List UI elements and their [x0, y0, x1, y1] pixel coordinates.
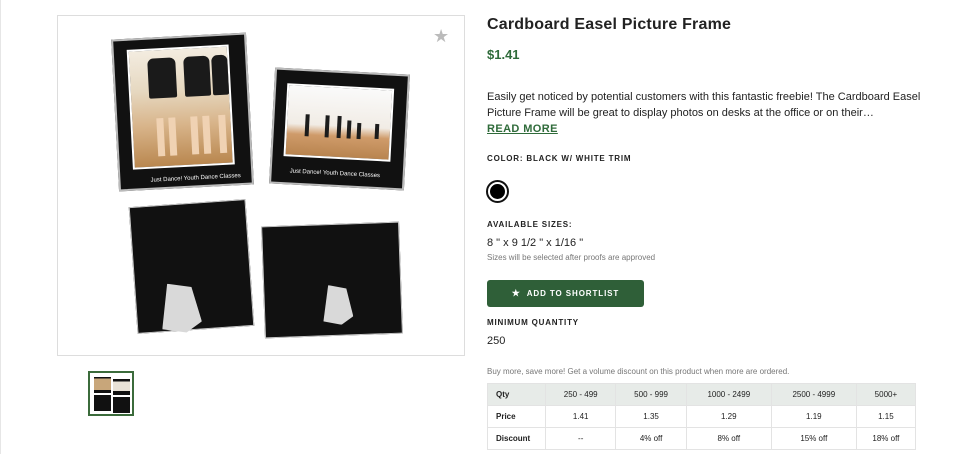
color-label: COLOR: BLACK W/ WHITE TRIM: [487, 154, 632, 163]
minimum-quantity-value: 250: [487, 335, 506, 347]
discount-row: Discount -- 4% off 8% off 15% off 18% of…: [487, 427, 917, 450]
dancer-figure: [324, 115, 330, 138]
thumb-tile: [113, 379, 130, 395]
pricing-cell: Discount: [487, 427, 546, 450]
frame-photo-ballet-closeup: Just Dance! Youth Dance Classes: [111, 32, 254, 192]
easel-stand: [159, 282, 202, 335]
pricing-cell: 1.29: [685, 405, 772, 428]
volume-discount-note: Buy more, save more! Get a volume discou…: [487, 367, 790, 376]
dancer-leg: [190, 116, 200, 155]
pricing-cell: --: [544, 427, 617, 450]
pricing-cell: 15% off: [770, 427, 857, 450]
dancer-leg: [156, 118, 166, 157]
pricing-cell: Price: [487, 405, 546, 428]
dancer-leg: [202, 115, 212, 154]
page-edge-divider: [0, 0, 1, 454]
dancer-skirt: [183, 55, 212, 97]
product-price: $1.41: [487, 47, 520, 62]
pricing-cell: 8% off: [685, 427, 772, 450]
price-row: Price 1.41 1.35 1.29 1.19 1.15: [487, 405, 917, 428]
frame-photo-ballet-studio: Just Dance! Youth Dance Classes: [269, 67, 410, 191]
size-value: 8 " x 9 1/2 " x 1/16 ": [487, 237, 584, 249]
product-title: Cardboard Easel Picture Frame: [487, 16, 732, 33]
product-description: Easily get noticed by potential customer…: [487, 91, 921, 119]
easel-stand: [322, 284, 353, 325]
size-note: Sizes will be selected after proofs are …: [487, 253, 656, 262]
dancer-figure: [336, 115, 342, 139]
minimum-quantity-label: MINIMUM QUANTITY: [487, 318, 579, 327]
dancer-skirt: [147, 57, 178, 99]
pricing-cell: 1.15: [855, 405, 917, 428]
pricing-cell: 1.41: [544, 405, 617, 428]
ballet-studio-photo: [283, 83, 395, 162]
frame-caption: Just Dance! Youth Dance Classes: [150, 173, 241, 184]
dancer-figure: [374, 123, 380, 140]
shortlist-label: ADD TO SHORTLIST: [526, 289, 620, 298]
dancer-skirt: [211, 54, 230, 96]
pricing-header-cell: 5000+: [855, 383, 917, 406]
sizes-label: AVAILABLE SIZES:: [487, 220, 573, 229]
dancer-figure: [304, 114, 310, 137]
frame-back-easel-left: [128, 199, 255, 335]
thumb-tile: [94, 395, 111, 411]
pricing-header-cell: 250 - 499: [544, 383, 617, 406]
product-thumbnail[interactable]: [88, 371, 134, 416]
pricing-header-row: Qty 250 - 499 500 - 999 1000 - 2499 2500…: [487, 383, 917, 406]
star-icon: ★: [511, 288, 521, 298]
ballet-legs-photo: [126, 44, 235, 170]
thumb-tile: [113, 397, 130, 413]
frame-back-easel-right: [261, 221, 403, 339]
read-more-link[interactable]: READ MORE: [487, 123, 558, 135]
pricing-header-cell: 2500 - 4999: [770, 383, 857, 406]
pricing-cell: 1.35: [615, 405, 687, 428]
add-to-shortlist-button[interactable]: ★ ADD TO SHORTLIST: [487, 280, 644, 307]
dancer-leg: [168, 117, 178, 156]
dancer-figure: [346, 120, 352, 139]
dancer-figure: [356, 122, 362, 140]
swatch-fill: [490, 184, 505, 199]
pricing-header-cell: Qty: [487, 383, 546, 406]
favorite-star-icon[interactable]: ★: [433, 27, 449, 45]
dancer-leg: [218, 114, 228, 154]
frame-caption: Just Dance! Youth Dance Classes: [289, 168, 381, 180]
thumb-tile: [94, 377, 111, 393]
pricing-table: Qty 250 - 499 500 - 999 1000 - 2499 2500…: [487, 383, 917, 450]
pricing-cell: 18% off: [855, 427, 917, 450]
pricing-header-cell: 500 - 999: [615, 383, 687, 406]
pricing-cell: 4% off: [615, 427, 687, 450]
pricing-header-cell: 1000 - 2499: [685, 383, 772, 406]
pricing-cell: 1.19: [770, 405, 857, 428]
color-swatch-black[interactable]: [486, 180, 509, 203]
